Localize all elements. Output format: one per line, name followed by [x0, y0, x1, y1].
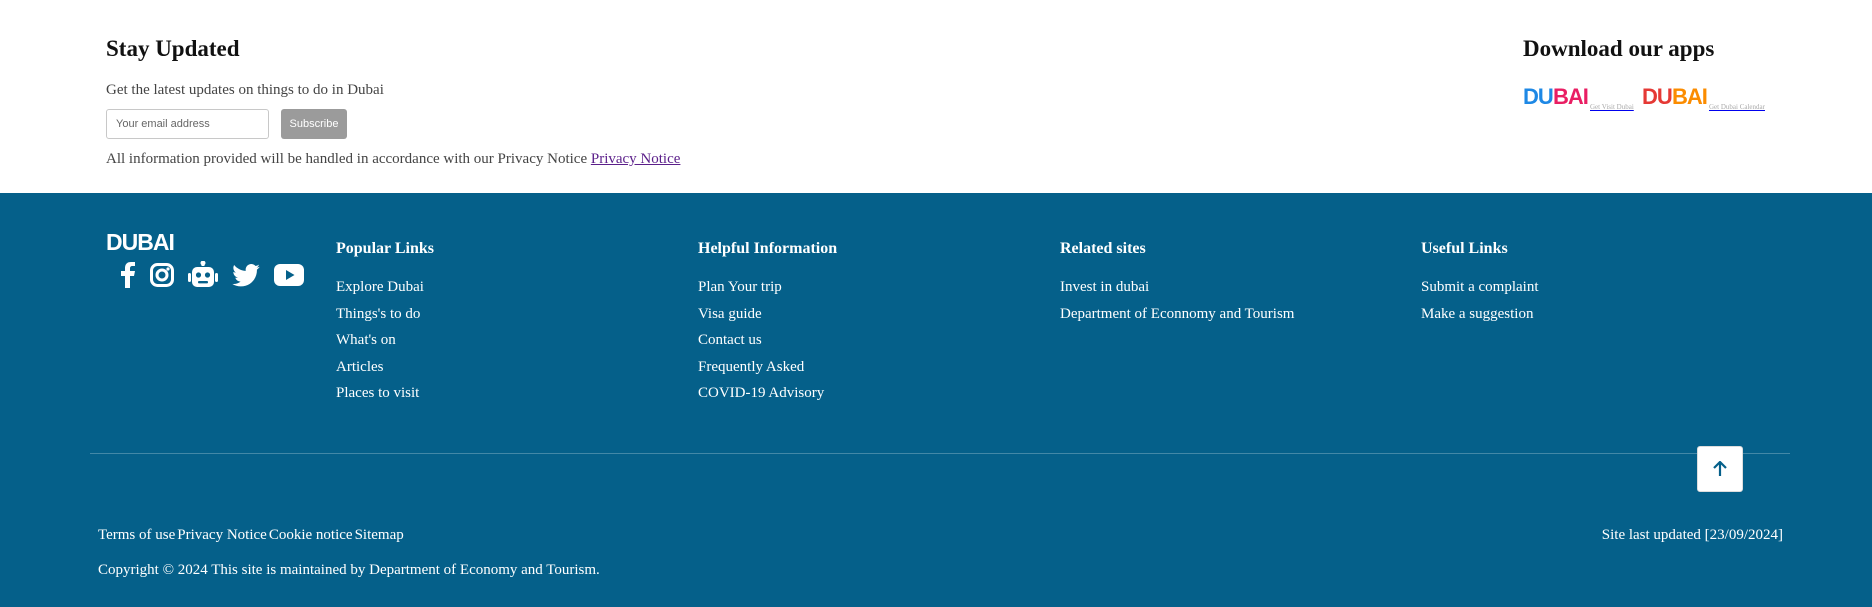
subscribe-button[interactable]: Subscribe: [281, 109, 347, 139]
email-input[interactable]: [106, 109, 269, 139]
social-links: [120, 261, 304, 289]
copyright-text: Copyright © 2024 This site is maintained…: [98, 562, 600, 578]
newsletter-section: Stay Updated Get the latest updates on t…: [0, 0, 1872, 193]
dubai-logo[interactable]: DUBAI: [106, 228, 174, 256]
footer-link[interactable]: Articles: [336, 354, 434, 381]
svg-text:DU: DU: [1523, 84, 1553, 109]
legal-links: Terms of use Privacy Notice Cookie notic…: [98, 527, 404, 544]
footer-link[interactable]: Contact us: [698, 327, 837, 354]
dubai-calendar-caption: Get Dubai Calendar: [1709, 103, 1765, 111]
site-last-updated: Site last updated [23/09/2024]: [1601, 527, 1783, 543]
privacy-statement: All information provided will be handled…: [106, 151, 680, 168]
svg-text:BAI: BAI: [1672, 84, 1707, 109]
svg-text:DUBAI: DUBAI: [106, 229, 174, 255]
arrow-up-icon: [1713, 461, 1727, 476]
footer-link[interactable]: What's on: [336, 327, 434, 354]
column-title: Helpful Information: [698, 240, 838, 257]
footer-link[interactable]: Explore Dubai: [336, 274, 434, 301]
privacy-notice-link[interactable]: Privacy Notice: [591, 151, 681, 167]
footer-link[interactable]: Frequently Asked: [698, 354, 837, 381]
related-sites-column: Related sites Invest in dubai Department…: [1060, 240, 1294, 327]
visit-dubai-logo: DU BAI: [1523, 84, 1589, 109]
footer-link[interactable]: Things's to do: [336, 301, 434, 328]
column-title: Related sites: [1060, 240, 1146, 257]
apps-title: Download our apps: [1523, 36, 1715, 61]
svg-text:BAI: BAI: [1553, 84, 1588, 109]
footer-link[interactable]: Make a suggestion: [1421, 301, 1539, 328]
privacy-notice-footer-link[interactable]: Privacy Notice: [177, 527, 267, 544]
footer-divider: [90, 453, 1790, 454]
column-title: Popular Links: [336, 240, 434, 257]
dubai-calendar-app-link[interactable]: DU BAI Get Dubai Calendar: [1642, 82, 1765, 112]
instagram-icon[interactable]: [150, 263, 174, 287]
visit-dubai-caption: Get Visit Dubai: [1590, 103, 1634, 111]
youtube-icon[interactable]: [274, 264, 304, 286]
footer-link[interactable]: Places to visit: [336, 380, 434, 407]
back-to-top-button[interactable]: [1697, 446, 1743, 492]
footer-link[interactable]: Invest in dubai: [1060, 274, 1294, 301]
useful-links-column: Useful Links Submit a complaint Make a s…: [1421, 240, 1539, 327]
privacy-statement-text: All information provided will be handled…: [106, 151, 591, 167]
sitemap-link[interactable]: Sitemap: [355, 527, 404, 544]
twitter-icon[interactable]: [232, 263, 260, 287]
visit-dubai-app-link[interactable]: DU BAI Get Visit Dubai: [1523, 82, 1634, 112]
dubai-calendar-logo: DU BAI: [1642, 84, 1708, 109]
svg-text:DU: DU: [1642, 84, 1672, 109]
footer-link[interactable]: Department of Econnomy and Tourism: [1060, 301, 1294, 328]
footer-link[interactable]: Submit a complaint: [1421, 274, 1539, 301]
terms-of-use-link[interactable]: Terms of use: [98, 527, 175, 544]
footer-link[interactable]: Visa guide: [698, 301, 837, 328]
column-title: Useful Links: [1421, 240, 1508, 257]
facebook-icon[interactable]: [120, 262, 136, 288]
cookie-notice-link[interactable]: Cookie notice: [269, 527, 353, 544]
site-footer: DUBAI Popular Links Explore Dubai Things…: [0, 193, 1872, 607]
footer-link[interactable]: COVID-19 Advisory: [698, 380, 837, 407]
newsletter-subtitle: Get the latest updates on things to do i…: [106, 82, 384, 98]
chatbot-icon[interactable]: [188, 261, 218, 289]
footer-link[interactable]: Plan Your trip: [698, 274, 837, 301]
popular-links-column: Popular Links Explore Dubai Things's to …: [336, 240, 434, 407]
helpful-information-column: Helpful Information Plan Your trip Visa …: [698, 240, 837, 407]
newsletter-title: Stay Updated: [106, 36, 240, 61]
